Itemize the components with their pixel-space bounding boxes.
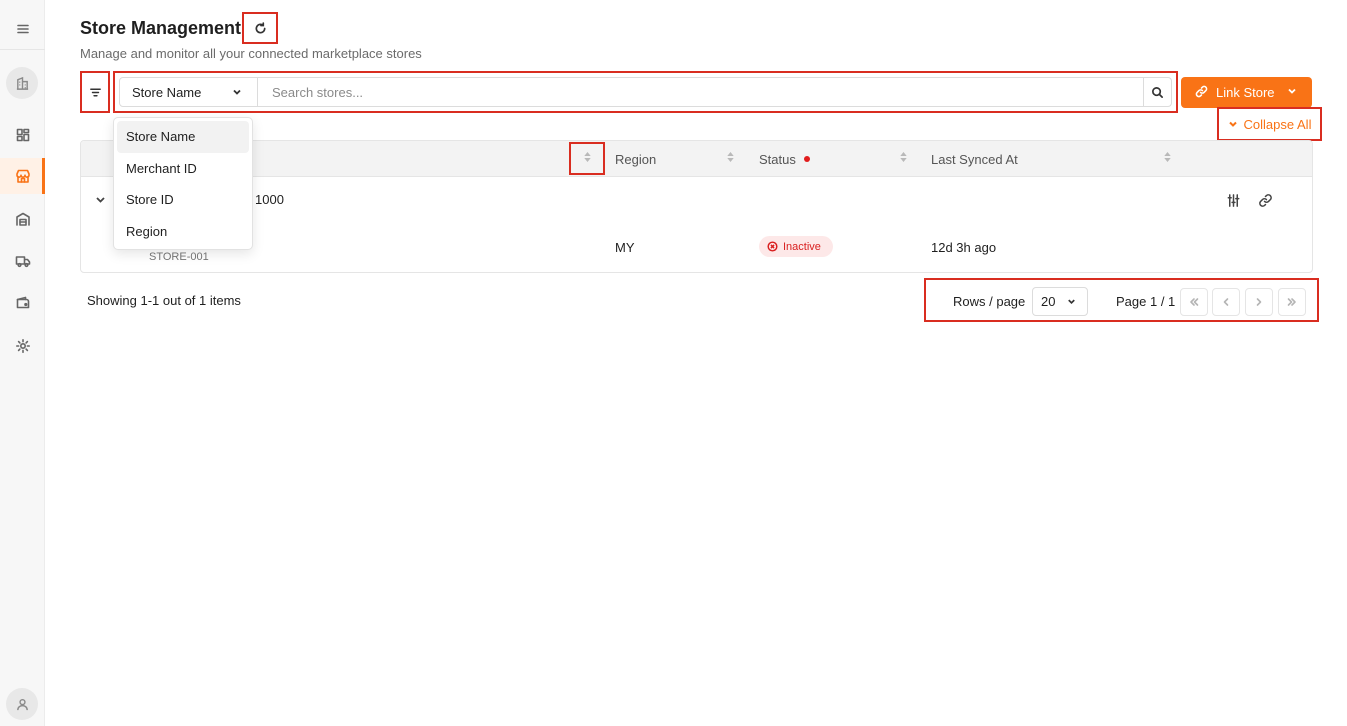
link-icon	[1258, 193, 1272, 207]
sort-button-name[interactable]	[569, 142, 605, 175]
sort-icon	[726, 150, 735, 168]
status-indicator-dot	[803, 156, 810, 162]
row-expand-toggle[interactable]	[93, 192, 107, 206]
rows-per-page-value: 20	[1041, 294, 1056, 309]
chevron-right-icon	[1256, 298, 1262, 306]
refresh-button[interactable]	[242, 12, 278, 44]
gear-icon[interactable]	[0, 328, 45, 364]
sort-button-last-synced[interactable]	[1163, 141, 1172, 177]
link-store-label: Link Store	[1216, 85, 1275, 100]
chevrons-left-icon	[1190, 298, 1199, 306]
sort-icon	[583, 150, 592, 168]
table-header: Region Status Last Synced At	[81, 141, 1312, 177]
search-input[interactable]	[258, 78, 1143, 106]
settings-sliders-button[interactable]	[1224, 191, 1242, 209]
x-circle-icon	[767, 241, 778, 252]
user-icon[interactable]	[6, 688, 38, 720]
menu-icon[interactable]	[0, 11, 45, 47]
page-info: Page 1 / 1	[1116, 294, 1176, 309]
search-icon	[1152, 86, 1163, 98]
dropdown-option-merchant-id[interactable]: Merchant ID	[117, 153, 249, 185]
dropdown-option-region[interactable]: Region	[117, 216, 249, 248]
store-name-cell: 1000	[255, 192, 284, 207]
region-cell: MY	[615, 240, 635, 255]
search-bar: Store Name	[113, 71, 1178, 113]
chevron-down-icon	[95, 196, 105, 203]
collapse-all-button[interactable]: Collapse All	[1217, 107, 1322, 141]
chevron-down-icon	[233, 89, 241, 95]
sort-button-status[interactable]	[899, 141, 908, 177]
collapse-all-label: Collapse All	[1243, 116, 1312, 132]
search-field-value: Store Name	[132, 84, 202, 100]
dashboard-icon[interactable]	[0, 117, 45, 153]
sidebar	[0, 0, 45, 726]
sort-icon	[1163, 150, 1172, 168]
pagination: Rows / page 20 Page 1 / 1	[924, 278, 1319, 322]
sliders-icon	[1227, 193, 1239, 207]
last-page-button[interactable]	[1278, 288, 1306, 316]
items-count-text: Showing 1-1 out of 1 items	[87, 293, 241, 308]
chevron-down-icon[interactable]	[1286, 85, 1298, 100]
building-icon[interactable]	[6, 67, 38, 99]
page-title: Store Management	[80, 18, 242, 38]
dropdown-option-store-name[interactable]: Store Name	[117, 121, 249, 153]
warehouse-icon[interactable]	[0, 201, 45, 237]
link-button[interactable]	[1256, 191, 1274, 209]
stores-table: Region Status Last Synced At 1000 STORE-…	[80, 140, 1313, 273]
truck-icon[interactable]	[0, 243, 45, 279]
dropdown-option-store-id[interactable]: Store ID	[117, 184, 249, 216]
status-badge: Inactive	[759, 236, 833, 257]
column-header-status: Status	[759, 141, 810, 177]
prev-page-button[interactable]	[1212, 288, 1240, 316]
next-page-button[interactable]	[1245, 288, 1273, 316]
sort-icon	[899, 150, 908, 168]
search-field-select[interactable]: Store Name	[120, 78, 258, 106]
page-subtitle: Manage and monitor all your connected ma…	[80, 46, 422, 61]
filter-button[interactable]	[80, 71, 110, 113]
link-icon	[1195, 85, 1208, 101]
rows-per-page-label: Rows / page	[953, 294, 1026, 309]
rows-per-page-select[interactable]: 20	[1032, 287, 1088, 316]
store-id-cell: STORE-001	[149, 251, 209, 263]
status-header-label: Status	[759, 151, 796, 167]
column-header-last-synced: Last Synced At	[931, 151, 1018, 167]
sort-button-region[interactable]	[726, 141, 735, 177]
wallet-icon[interactable]	[0, 285, 45, 321]
link-store-button[interactable]: Link Store	[1181, 77, 1312, 108]
last-synced-cell: 12d 3h ago	[931, 240, 997, 255]
column-header-region: Region	[615, 151, 657, 167]
chevrons-right-icon	[1287, 298, 1296, 306]
filter-icon	[89, 88, 101, 96]
search-button[interactable]	[1143, 78, 1171, 106]
first-page-button[interactable]	[1180, 288, 1208, 316]
chevron-left-icon	[1223, 298, 1229, 306]
sidebar-divider	[0, 49, 45, 50]
refresh-icon	[255, 21, 266, 34]
chevron-down-icon	[1228, 121, 1237, 127]
search-field-dropdown: Store Name Merchant ID Store ID Region	[113, 117, 253, 250]
status-text: Inactive	[783, 240, 821, 253]
chevron-down-icon	[1068, 299, 1075, 305]
store-icon[interactable]	[0, 158, 45, 194]
